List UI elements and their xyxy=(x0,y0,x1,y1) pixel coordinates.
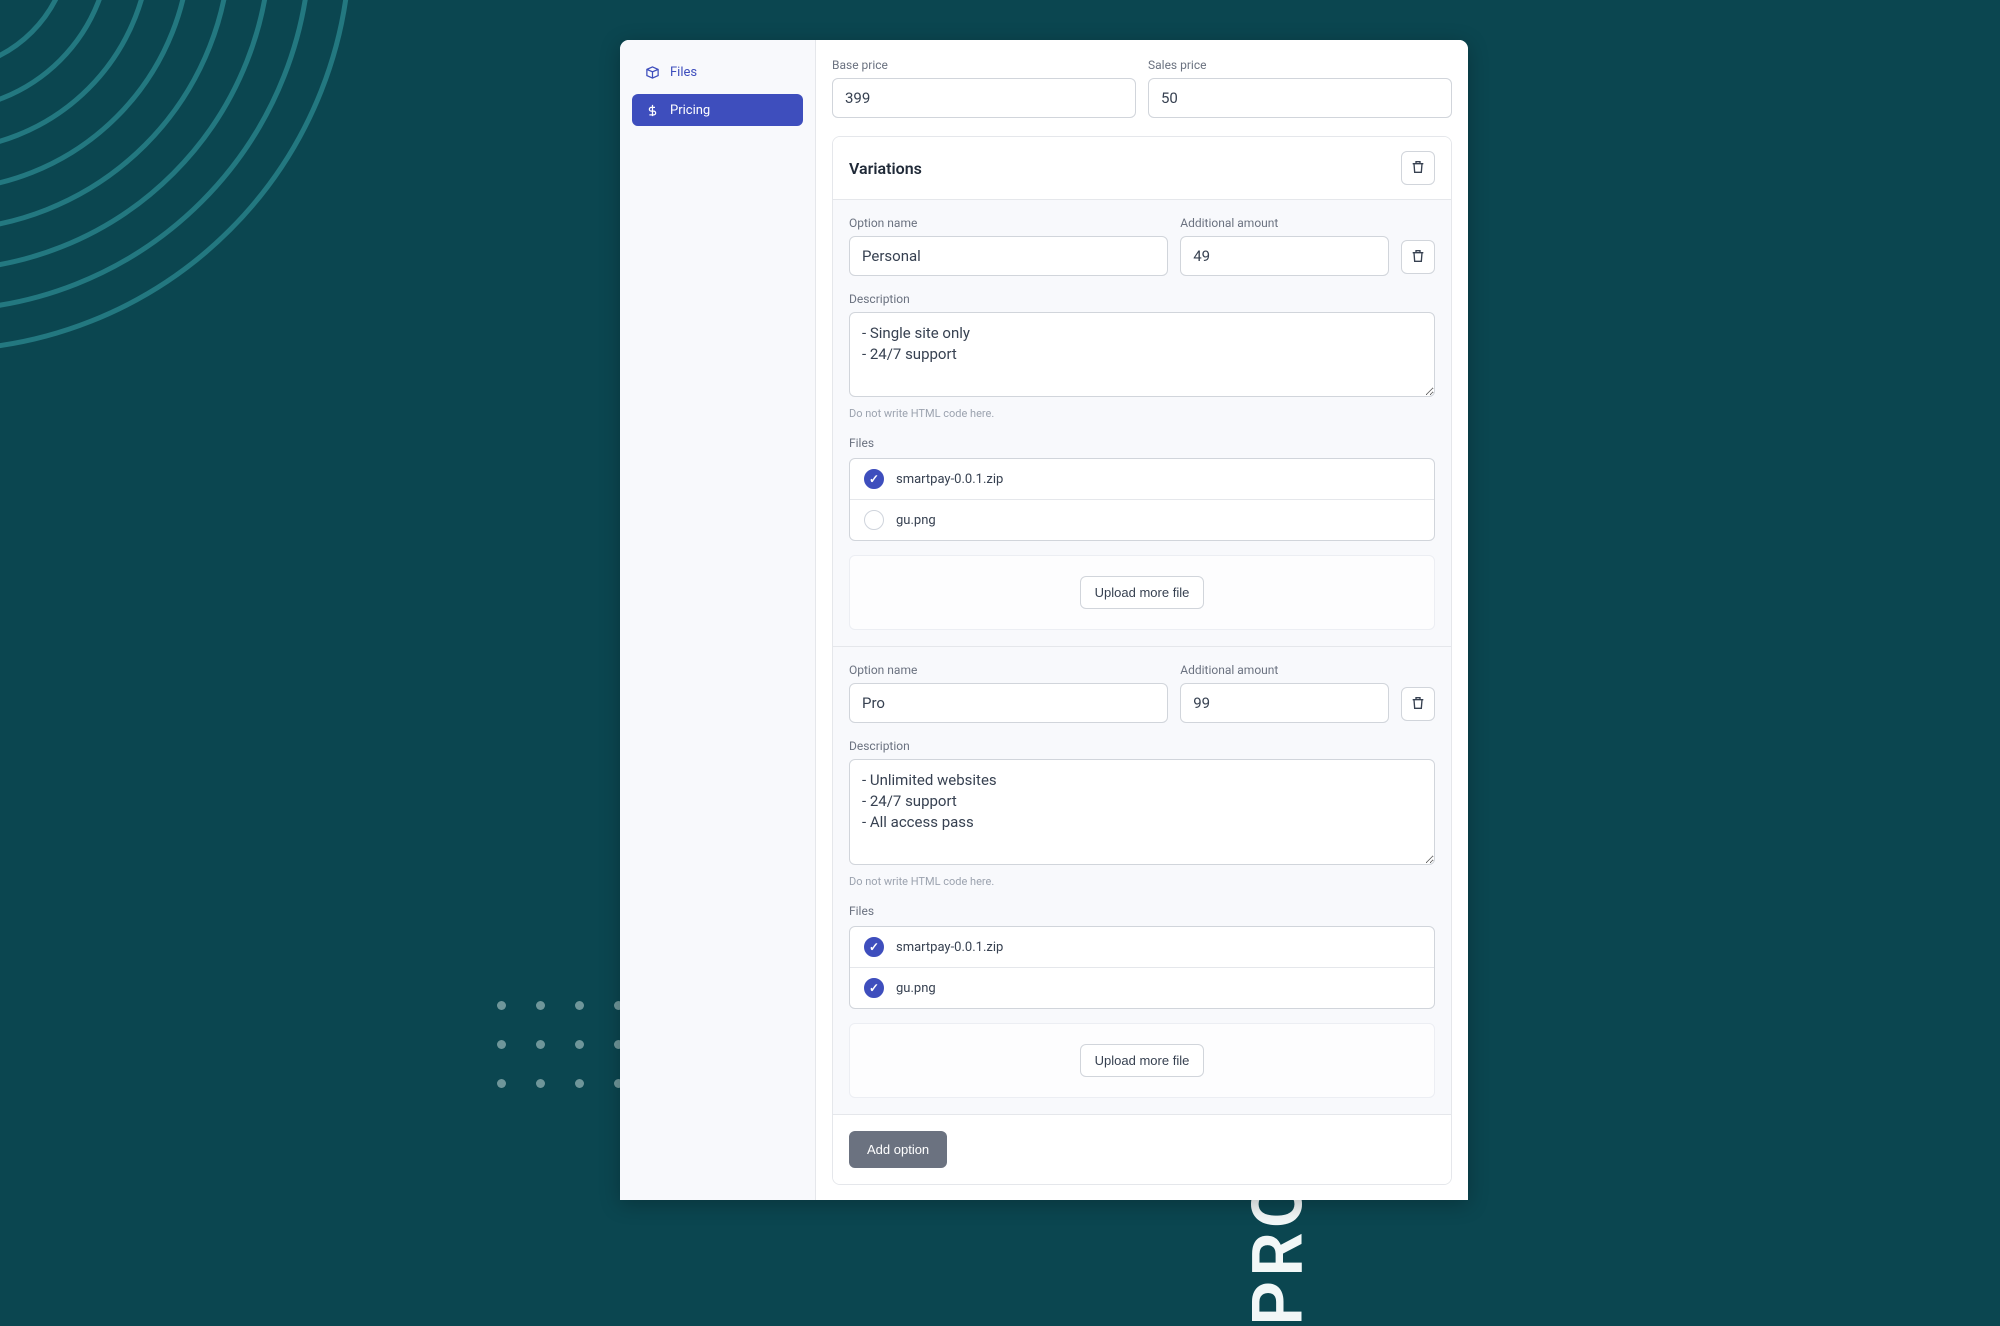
additional-amount-input[interactable] xyxy=(1180,683,1389,723)
file-name: smartpay-0.0.1.zip xyxy=(896,472,1003,487)
base-price-label: Base price xyxy=(832,58,1136,72)
variation-block: Option name Additional amount Description -… xyxy=(833,200,1451,647)
description-textarea[interactable]: - Unlimited websites - 24/7 support - Al… xyxy=(849,759,1435,865)
variations-panel: Variations Option name Additional amount D… xyxy=(832,136,1452,1185)
file-name: gu.png xyxy=(896,981,936,996)
delete-option-button[interactable] xyxy=(1401,240,1435,274)
sales-price-input[interactable] xyxy=(1148,78,1452,118)
file-radio[interactable] xyxy=(864,937,884,957)
files-label: Files xyxy=(849,904,1435,918)
file-item[interactable]: gu.png xyxy=(850,499,1434,540)
app-frame: Files Pricing Base price Sales price xyxy=(620,40,1468,1200)
base-price-input[interactable] xyxy=(832,78,1136,118)
sidebar-item-pricing[interactable]: Pricing xyxy=(632,94,803,126)
file-radio[interactable] xyxy=(864,510,884,530)
description-textarea[interactable]: - Single site only - 24/7 support xyxy=(849,312,1435,397)
sales-price-label: Sales price xyxy=(1148,58,1452,72)
upload-row: Upload more file xyxy=(849,555,1435,630)
box-icon xyxy=(644,64,660,80)
upload-row: Upload more file xyxy=(849,1023,1435,1098)
trash-icon xyxy=(1410,695,1426,714)
variation-block: Option name Additional amount Description -… xyxy=(833,647,1451,1115)
file-list: smartpay-0.0.1.zip gu.png xyxy=(849,926,1435,1009)
file-item[interactable]: smartpay-0.0.1.zip xyxy=(850,459,1434,499)
file-radio[interactable] xyxy=(864,978,884,998)
file-name: smartpay-0.0.1.zip xyxy=(896,940,1003,955)
trash-icon xyxy=(1410,159,1426,178)
option-name-input[interactable] xyxy=(849,683,1168,723)
variations-heading: Variations xyxy=(849,159,922,178)
description-helper: Do not write HTML code here. xyxy=(849,875,1435,888)
file-item[interactable]: smartpay-0.0.1.zip xyxy=(850,927,1434,967)
dollar-icon xyxy=(644,102,660,118)
option-name-input[interactable] xyxy=(849,236,1168,276)
main-content: Base price Sales price Variations xyxy=(816,40,1468,1200)
delete-variations-button[interactable] xyxy=(1401,151,1435,185)
additional-amount-input[interactable] xyxy=(1180,236,1389,276)
description-label: Description xyxy=(849,292,1435,306)
file-list: smartpay-0.0.1.zip gu.png xyxy=(849,458,1435,541)
upload-more-button[interactable]: Upload more file xyxy=(1080,576,1205,609)
file-radio[interactable] xyxy=(864,469,884,489)
sidebar-item-files[interactable]: Files xyxy=(632,56,803,88)
sidebar-item-label: Files xyxy=(670,65,697,80)
upload-more-button[interactable]: Upload more file xyxy=(1080,1044,1205,1077)
file-name: gu.png xyxy=(896,513,936,528)
decorative-dot-grid xyxy=(497,1001,623,1088)
additional-amount-label: Additional amount xyxy=(1180,663,1389,677)
delete-option-button[interactable] xyxy=(1401,687,1435,721)
description-helper: Do not write HTML code here. xyxy=(849,407,1435,420)
trash-icon xyxy=(1410,248,1426,267)
sidebar-item-label: Pricing xyxy=(670,103,710,118)
sidebar: Files Pricing xyxy=(620,40,816,1200)
description-label: Description xyxy=(849,739,1435,753)
files-label: Files xyxy=(849,436,1435,450)
option-name-label: Option name xyxy=(849,216,1168,230)
option-name-label: Option name xyxy=(849,663,1168,677)
file-item[interactable]: gu.png xyxy=(850,967,1434,1008)
additional-amount-label: Additional amount xyxy=(1180,216,1389,230)
add-option-button[interactable]: Add option xyxy=(849,1131,947,1168)
